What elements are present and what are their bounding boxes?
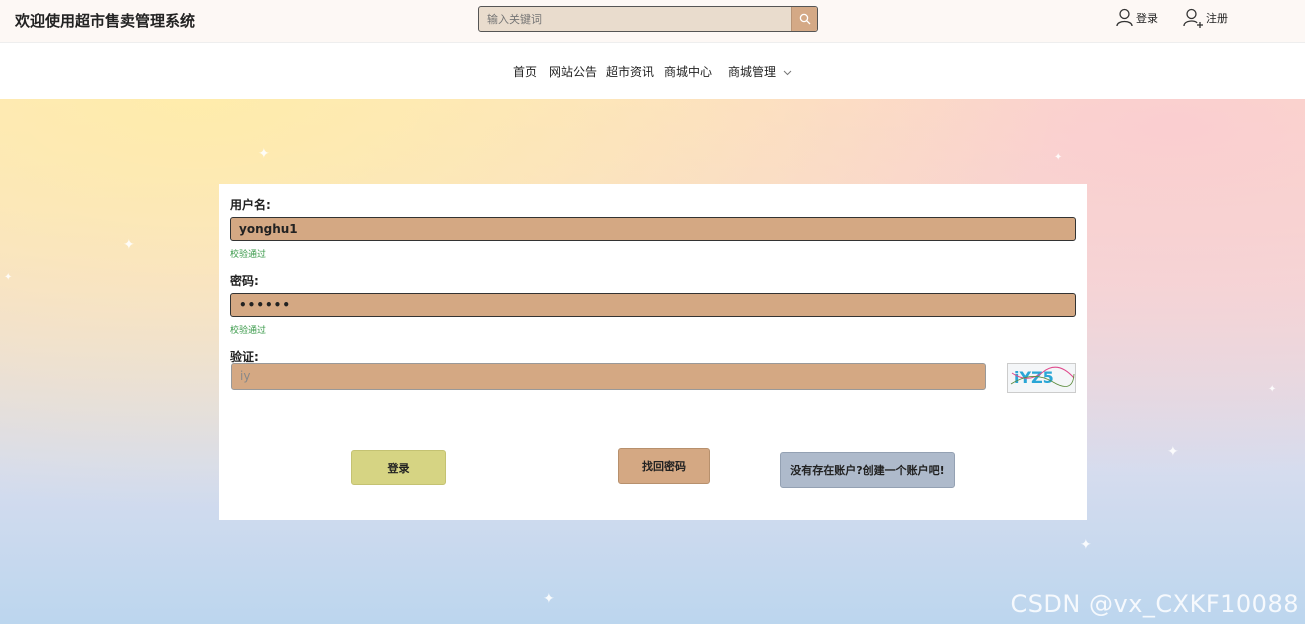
nav-item-news[interactable]: 超市资讯	[606, 63, 654, 80]
sparkle-icon: ✦	[258, 146, 270, 162]
search-input[interactable]	[479, 7, 791, 31]
forgot-password-button[interactable]: 找回密码	[618, 448, 710, 484]
sparkle-icon: ✦	[4, 272, 13, 283]
sparkle-icon: ✦	[1054, 152, 1063, 163]
nav-item-mall-management[interactable]: 商城管理	[728, 63, 792, 80]
captcha-image[interactable]: iYZ5	[1007, 363, 1076, 393]
login-link[interactable]: 登录	[1116, 8, 1158, 27]
search-bar	[478, 6, 818, 32]
search-icon	[799, 13, 810, 25]
username-field[interactable]: yonghu1	[230, 217, 1076, 241]
sparkle-icon: ✦	[1080, 537, 1092, 553]
password-status: 校验通过	[230, 326, 267, 336]
captcha-input[interactable]: iy	[231, 363, 986, 390]
sparkle-icon: ✦	[1167, 444, 1179, 460]
nav-item-mall-center[interactable]: 商城中心	[664, 63, 712, 80]
register-link-label: 注册	[1206, 12, 1228, 25]
create-account-button[interactable]: 没有存在账户?创建一个账户吧!	[780, 452, 955, 488]
add-user-icon	[1183, 8, 1203, 28]
nav-item-announcements[interactable]: 网站公告	[549, 63, 597, 80]
captcha-graphic: iYZ5	[1010, 366, 1075, 387]
top-header: 欢迎使用超市售卖管理系统 登录 注册	[0, 0, 1305, 43]
login-button[interactable]: 登录	[351, 450, 446, 485]
chevron-down-icon	[783, 70, 792, 76]
main-nav: 首页 网站公告 超市资讯 商城中心 商城管理	[0, 43, 1305, 99]
username-status: 校验通过	[230, 250, 267, 260]
watermark: CSDN @vx_CXKF10088	[1010, 590, 1299, 618]
password-label: 密码:	[230, 274, 259, 288]
nav-item-mall-management-label: 商城管理	[728, 65, 777, 79]
sparkle-icon: ✦	[1268, 384, 1277, 395]
sparkle-icon: ✦	[123, 237, 135, 253]
register-link[interactable]: 注册	[1183, 8, 1228, 28]
login-link-label: 登录	[1136, 11, 1158, 25]
username-label: 用户名:	[230, 198, 271, 212]
sparkle-icon: ✦	[543, 591, 555, 607]
user-icon	[1116, 8, 1133, 27]
password-field[interactable]: ••••••	[230, 293, 1076, 317]
login-panel: 用户名: yonghu1 校验通过 密码: •••••• 校验通过 验证: iy…	[219, 184, 1087, 520]
nav-item-home[interactable]: 首页	[513, 63, 537, 80]
site-title: 欢迎使用超市售卖管理系统	[15, 12, 196, 30]
search-button[interactable]	[791, 7, 817, 31]
